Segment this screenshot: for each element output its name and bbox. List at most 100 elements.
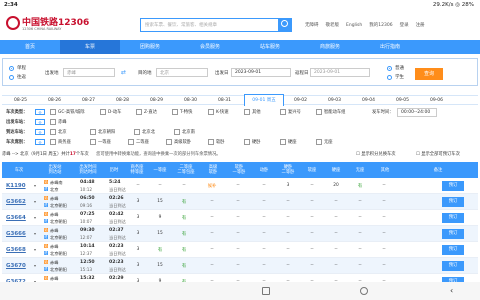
book-button[interactable]: 预订: [442, 197, 464, 207]
select-all-toggle[interactable]: 全: [35, 119, 45, 125]
train-code[interactable]: K1190: [6, 183, 26, 189]
seat-availability[interactable]: 3: [126, 215, 150, 220]
filter-checkbox[interactable]: [50, 129, 56, 135]
link-elder[interactable]: 敬老版: [326, 23, 340, 28]
nav-member[interactable]: 会员服务: [180, 40, 240, 54]
seat-availability[interactable]: 3: [126, 231, 150, 236]
filter-checkbox[interactable]: [90, 139, 96, 145]
nav-guide[interactable]: 出行指南: [360, 40, 420, 54]
seat-availability[interactable]: 15: [148, 199, 172, 204]
seat-availability[interactable]: 有: [172, 247, 196, 253]
nav-home-icon[interactable]: [360, 287, 368, 295]
seat-availability[interactable]: 有: [172, 199, 196, 205]
link-my12306[interactable]: 我的12306: [369, 23, 392, 28]
search-input[interactable]: 搜索车票、餐饮、常旅客、相关规章: [140, 18, 290, 32]
train-code[interactable]: G3666: [6, 231, 26, 237]
date-input[interactable]: 2023-09-01: [231, 68, 291, 77]
seat-availability[interactable]: 有: [172, 215, 196, 221]
train-code[interactable]: G3664: [6, 215, 26, 221]
link-register[interactable]: 注册: [416, 23, 425, 28]
date-tab[interactable]: 09-03: [320, 96, 349, 106]
filter-checkbox[interactable]: [208, 109, 214, 115]
departure-time-select[interactable]: 00:00--24:00: [397, 108, 437, 117]
seat-availability[interactable]: 有: [348, 183, 372, 189]
filter-checkbox[interactable]: [208, 139, 214, 145]
seat-availability[interactable]: 候补: [200, 183, 224, 189]
date-tab[interactable]: 08-27: [74, 96, 103, 106]
filter-checkbox[interactable]: [174, 129, 180, 135]
filter-checkbox[interactable]: [280, 139, 286, 145]
seat-availability[interactable]: 9: [148, 215, 172, 220]
search-button[interactable]: [278, 18, 292, 32]
points-check[interactable]: ☐ 显示积分兑换车次: [356, 151, 396, 157]
link-english[interactable]: English: [346, 23, 362, 28]
book-button[interactable]: 预订: [442, 245, 464, 255]
date-tab[interactable]: 09-01 周五: [244, 94, 284, 106]
swap-icon[interactable]: ⇄: [121, 69, 126, 76]
date-tab[interactable]: 08-25: [6, 96, 35, 106]
filter-checkbox[interactable]: [136, 109, 142, 115]
seat-availability[interactable]: 15: [148, 231, 172, 236]
seat-availability[interactable]: 3: [126, 199, 150, 204]
railway-logo-icon[interactable]: [6, 16, 20, 30]
radio-student[interactable]: [387, 75, 392, 80]
filter-checkbox[interactable]: [316, 139, 322, 145]
book-button[interactable]: 预订: [442, 213, 464, 223]
filter-checkbox[interactable]: [244, 109, 250, 115]
book-button[interactable]: 预订: [442, 229, 464, 239]
link-login[interactable]: 登录: [400, 23, 409, 28]
date-tab[interactable]: 08-31: [210, 96, 239, 106]
book-button[interactable]: 预订: [442, 261, 464, 271]
radio-round[interactable]: [9, 75, 14, 80]
date-tab[interactable]: 08-28: [108, 96, 137, 106]
filter-checkbox[interactable]: [280, 109, 286, 115]
filter-checkbox[interactable]: [50, 119, 56, 125]
date-tab[interactable]: 08-30: [176, 96, 205, 106]
nav-recent-icon[interactable]: [262, 287, 270, 295]
train-code[interactable]: G3670: [6, 263, 26, 269]
filter-checkbox[interactable]: [244, 139, 250, 145]
seat-availability[interactable]: 有: [148, 247, 172, 253]
filter-checkbox[interactable]: [134, 129, 140, 135]
nav-home[interactable]: 首页: [0, 40, 60, 54]
to-input[interactable]: 北京: [156, 68, 208, 77]
filter-checkbox[interactable]: [166, 139, 172, 145]
select-all-toggle[interactable]: 全: [35, 129, 45, 135]
expand-icon[interactable]: ▾: [34, 247, 36, 252]
nav-station[interactable]: 站车服务: [240, 40, 300, 54]
expand-icon[interactable]: ▾: [34, 183, 36, 188]
nav-business[interactable]: 商旅服务: [300, 40, 360, 54]
filter-checkbox[interactable]: [100, 109, 106, 115]
seat-availability[interactable]: 20: [324, 183, 348, 188]
return-input[interactable]: 2023-09-01: [310, 68, 370, 77]
select-all-toggle[interactable]: 全: [35, 109, 45, 115]
book-button[interactable]: 预订: [442, 181, 464, 191]
filter-checkbox[interactable]: [128, 139, 134, 145]
seat-availability[interactable]: 15: [148, 263, 172, 268]
date-tab[interactable]: 09-06: [422, 96, 451, 106]
seat-availability[interactable]: 3: [126, 263, 150, 268]
nav-back-icon[interactable]: ‹: [450, 287, 458, 295]
filter-checkbox[interactable]: [50, 109, 56, 115]
query-button[interactable]: 查询: [415, 68, 443, 80]
train-code[interactable]: G3668: [6, 247, 26, 253]
seat-availability[interactable]: 有: [172, 263, 196, 269]
radio-normal[interactable]: [387, 66, 392, 71]
filter-checkbox[interactable]: [172, 109, 178, 115]
select-all-toggle[interactable]: 全: [35, 139, 45, 145]
filter-checkbox[interactable]: [50, 139, 56, 145]
nav-group[interactable]: 团购服务: [120, 40, 180, 54]
date-tab[interactable]: 08-26: [40, 96, 69, 106]
date-tab[interactable]: 09-05: [388, 96, 417, 106]
date-tab[interactable]: 09-04: [354, 96, 383, 106]
from-input[interactable]: 赤峰: [63, 68, 115, 77]
seat-availability[interactable]: 有: [172, 231, 196, 237]
date-tab[interactable]: 09-02: [286, 96, 315, 106]
expand-icon[interactable]: ▾: [34, 199, 36, 204]
link-accessibility[interactable]: 无障碍: [305, 23, 319, 28]
radio-single[interactable]: [9, 66, 14, 71]
expand-icon[interactable]: ▾: [34, 263, 36, 268]
expand-icon[interactable]: ▾: [34, 215, 36, 220]
seat-availability[interactable]: 3: [276, 183, 300, 188]
train-code[interactable]: G3662: [6, 199, 26, 205]
